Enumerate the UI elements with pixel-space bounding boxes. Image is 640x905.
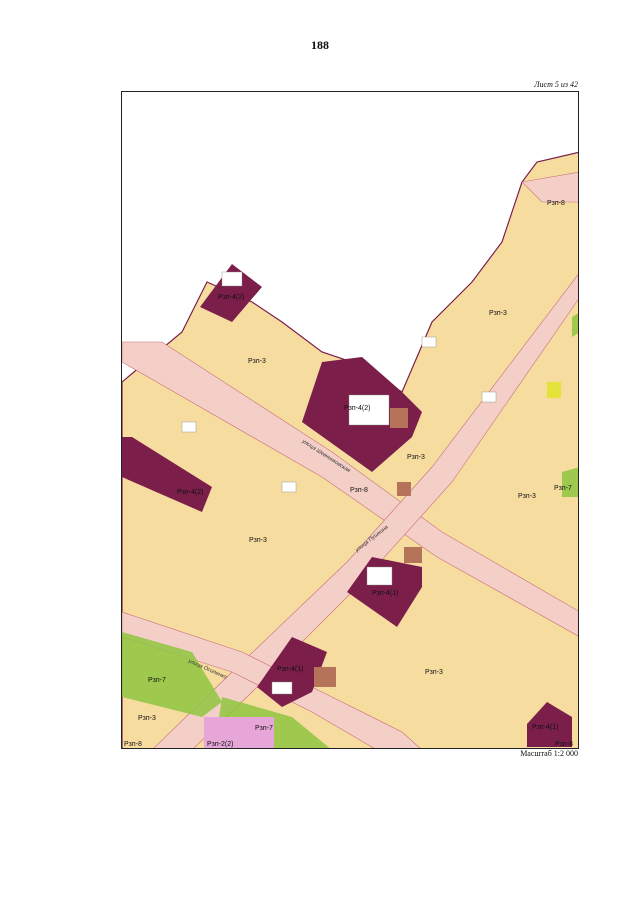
zone-label: Рзп-8 <box>124 741 142 748</box>
brown-plot <box>314 667 336 687</box>
zone-label: Рзп-3 <box>425 669 443 676</box>
building <box>271 681 293 695</box>
zone-label: Рзп-3 <box>248 358 266 365</box>
brown-plot <box>397 482 411 496</box>
zone-label: Рзп-3 <box>489 310 507 317</box>
zone-label: Рзп-4(2) <box>218 294 244 301</box>
brown-plot <box>390 408 408 428</box>
zone-label: Рзп-4(1) <box>372 590 398 597</box>
zone-label: Рзп-8 <box>555 741 573 748</box>
building <box>481 391 497 403</box>
zone-label: Рзп-7 <box>255 725 273 732</box>
yellow-plot <box>547 382 561 398</box>
zone-label: Рзп-8 <box>547 200 565 207</box>
green-zone-right <box>562 467 578 497</box>
zone-label: Рзп-3 <box>138 715 156 722</box>
zone-label: Рзп-4(1) <box>532 724 558 731</box>
scale-label: Масштаб 1:2 000 <box>520 749 578 758</box>
zone-label: Рзп-3 <box>407 454 425 461</box>
zone-label: Рзп-7 <box>148 677 166 684</box>
building <box>181 421 197 433</box>
building <box>221 271 243 287</box>
zone-label: Рзп-7 <box>554 485 572 492</box>
sheet-label: Лист 5 из 42 <box>534 80 578 89</box>
building <box>421 336 437 348</box>
building <box>281 481 297 493</box>
map-frame: Рзп-8 Рзп-3 Рзп-4(2) Рзп-3 Рзп-4(2) Рзп-… <box>121 91 579 749</box>
building <box>366 566 393 586</box>
brown-plot <box>404 547 422 563</box>
zone-label: Рзп-8 <box>350 487 368 494</box>
zone-label: Рзп-4(2) <box>344 405 370 412</box>
zoning-map: Рзп-8 Рзп-3 Рзп-4(2) Рзп-3 Рзп-4(2) Рзп-… <box>122 151 578 748</box>
zone-label: Рзп-2(2) <box>207 741 233 748</box>
zone-label: Рзп-3 <box>518 493 536 500</box>
zone-label: Рзп-3 <box>249 537 267 544</box>
page-number: 188 <box>311 38 329 52</box>
zone-label: Рзп-4(1) <box>277 666 303 673</box>
zone-label: Рзп-4(2) <box>177 489 203 496</box>
